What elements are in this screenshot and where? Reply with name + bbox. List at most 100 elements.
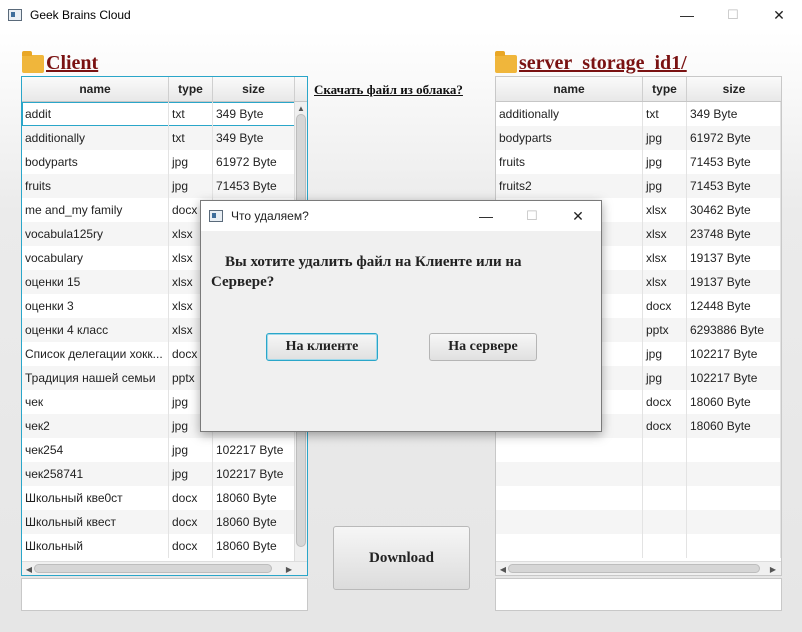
dialog-title-bar: Что удаляем? — ☐ ✕	[201, 201, 601, 231]
column-header-size[interactable]: size	[687, 77, 781, 101]
column-header-type[interactable]: type	[169, 77, 213, 101]
cell-name: чек	[22, 390, 169, 414]
cell-name: чек258741	[22, 462, 169, 486]
cell-type	[643, 534, 687, 558]
cell-size: 71453 Byte	[213, 174, 295, 198]
cell-size: 30462 Byte	[687, 198, 781, 222]
column-header-name[interactable]: name	[22, 77, 169, 101]
download-button[interactable]: Download	[333, 526, 470, 590]
cell-type: txt	[169, 126, 213, 150]
scroll-right-icon[interactable]: ▶	[284, 563, 294, 575]
hscroll-thumb[interactable]	[508, 564, 760, 573]
table-row[interactable]: bodyparts jpg 61972 Byte	[22, 150, 295, 174]
cell-name	[496, 462, 643, 486]
cell-size	[687, 486, 781, 510]
cell-size: 349 Byte	[687, 102, 781, 126]
table-row[interactable]	[496, 462, 781, 486]
hscroll-thumb[interactable]	[34, 564, 272, 573]
cell-size: 71453 Byte	[687, 150, 781, 174]
app-icon	[8, 9, 22, 21]
cell-name	[496, 510, 643, 534]
cell-type	[643, 486, 687, 510]
dialog-maximize-button[interactable]: ☐	[509, 201, 555, 231]
close-button[interactable]: ✕	[756, 0, 802, 30]
table-row[interactable]: Школьный docx 18060 Byte	[22, 534, 295, 558]
cell-size: 102217 Byte	[687, 342, 781, 366]
download-from-cloud-link[interactable]: Скачать файл из облака?	[314, 82, 463, 98]
table-row[interactable]: fruits2 jpg 71453 Byte	[496, 174, 781, 198]
cell-type: txt	[643, 102, 687, 126]
cell-name: fruits2	[496, 174, 643, 198]
client-table-header: name type size	[22, 77, 307, 102]
cell-name: оценки 15	[22, 270, 169, 294]
cell-type: xlsx	[643, 222, 687, 246]
cell-name: bodyparts	[22, 150, 169, 174]
cell-name: оценки 4 класс	[22, 318, 169, 342]
scroll-right-icon[interactable]: ▶	[768, 563, 778, 575]
table-row[interactable]: bodyparts jpg 61972 Byte	[496, 126, 781, 150]
cell-type: jpg	[643, 342, 687, 366]
dialog-message-line2: Сервере?	[211, 274, 275, 290]
dialog-close-button[interactable]: ✕	[555, 201, 601, 231]
table-row[interactable]: additionally txt 349 Byte	[22, 126, 295, 150]
cell-name: vocabulary	[22, 246, 169, 270]
cell-size: 349 Byte	[213, 102, 295, 126]
cell-name: addit	[22, 102, 169, 126]
server-path-input[interactable]	[495, 578, 782, 611]
table-row[interactable]: addit txt 349 Byte	[22, 102, 295, 126]
table-row[interactable]: чек258741 jpg 102217 Byte	[22, 462, 295, 486]
cell-size: 18060 Byte	[687, 390, 781, 414]
table-row[interactable]: fruits jpg 71453 Byte	[496, 150, 781, 174]
cell-type: jpg	[169, 462, 213, 486]
cell-size: 71453 Byte	[687, 174, 781, 198]
cell-type: jpg	[169, 150, 213, 174]
cell-type: docx	[643, 294, 687, 318]
cell-type: jpg	[643, 174, 687, 198]
cell-size: 18060 Byte	[687, 414, 781, 438]
column-header-size[interactable]: size	[213, 77, 295, 101]
window-title: Geek Brains Cloud	[30, 8, 131, 22]
cell-type: jpg	[643, 126, 687, 150]
cell-name	[496, 534, 643, 558]
cell-type: jpg	[169, 438, 213, 462]
cell-size	[687, 438, 781, 462]
cell-type	[643, 462, 687, 486]
client-path-input[interactable]	[21, 578, 308, 611]
cell-type	[643, 510, 687, 534]
cell-name: Школьный кве0ст	[22, 486, 169, 510]
column-header-type[interactable]: type	[643, 77, 687, 101]
table-row[interactable]	[496, 438, 781, 462]
table-row[interactable]	[496, 486, 781, 510]
table-row[interactable]	[496, 534, 781, 558]
maximize-button[interactable]: ☐	[710, 0, 756, 30]
cell-type: jpg	[643, 150, 687, 174]
column-header-name[interactable]: name	[496, 77, 643, 101]
cell-type: docx	[169, 510, 213, 534]
scroll-left-icon[interactable]: ◀	[24, 563, 34, 575]
cell-type: docx	[169, 486, 213, 510]
minimize-button[interactable]: —	[664, 0, 710, 30]
cell-type: pptx	[643, 318, 687, 342]
delete-on-client-button[interactable]: На клиенте	[266, 333, 378, 361]
cell-type: docx	[643, 414, 687, 438]
server-horizontal-scrollbar[interactable]: ◀ ▶	[496, 561, 781, 575]
cell-type: docx	[643, 390, 687, 414]
app-icon	[209, 210, 223, 222]
client-horizontal-scrollbar[interactable]: ◀ ▶	[22, 561, 307, 575]
scroll-left-icon[interactable]: ◀	[498, 563, 508, 575]
cell-type: docx	[169, 534, 213, 558]
dialog-minimize-button[interactable]: —	[463, 201, 509, 231]
scroll-up-icon[interactable]: ▲	[295, 102, 307, 114]
cell-type: txt	[169, 102, 213, 126]
table-row[interactable]	[496, 510, 781, 534]
cell-name	[496, 486, 643, 510]
table-row[interactable]: Школьный квест docx 18060 Byte	[22, 510, 295, 534]
dialog-message-line1: Вы хотите удалить файл на Клиенте или на	[225, 254, 522, 270]
cell-size: 61972 Byte	[213, 150, 295, 174]
client-heading: Client	[46, 52, 99, 74]
table-row[interactable]: Школьный кве0ст docx 18060 Byte	[22, 486, 295, 510]
table-row[interactable]: additionally txt 349 Byte	[496, 102, 781, 126]
table-row[interactable]: fruits jpg 71453 Byte	[22, 174, 295, 198]
table-row[interactable]: чек254 jpg 102217 Byte	[22, 438, 295, 462]
delete-on-server-button[interactable]: На сервере	[429, 333, 537, 361]
